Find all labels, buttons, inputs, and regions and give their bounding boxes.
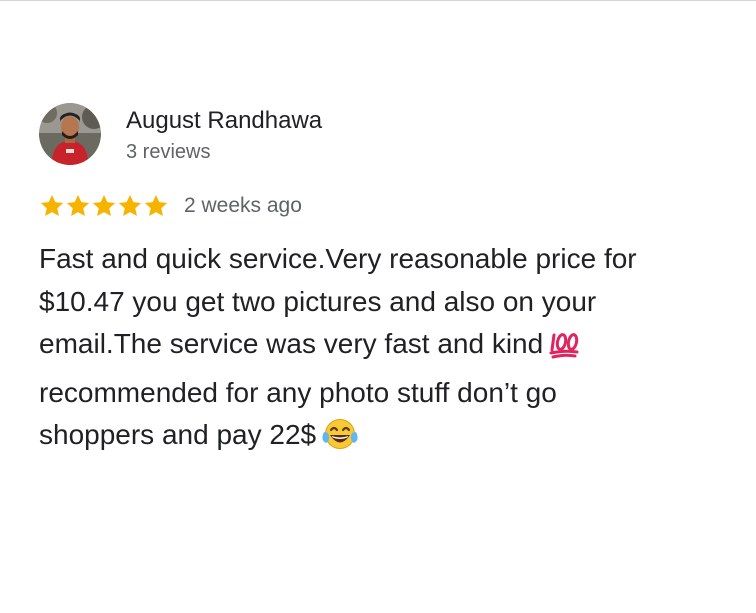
tears-of-joy-emoji-icon — [322, 418, 358, 463]
star-icon — [66, 194, 90, 216]
profile-photo-icon — [39, 103, 101, 165]
rating-row: 2 weeks ago — [39, 193, 302, 219]
review-card: August Randhawa 3 reviews 2 weeks ago Fa… — [0, 0, 756, 613]
review-count[interactable]: 3 reviews — [126, 140, 210, 164]
review-text-line-with-emoji: shoppers and pay 22$ — [39, 414, 729, 463]
star-icon — [92, 194, 116, 216]
review-text-line: Fast and quick service.Very reasonable p… — [39, 243, 637, 274]
star-icon — [118, 194, 142, 216]
review-text-line: shoppers and pay 22$ — [39, 419, 317, 450]
review-text-line-with-emoji: email.The service was very fast and kind — [39, 323, 729, 372]
star-icon — [40, 194, 64, 216]
review-date: 2 weeks ago — [184, 194, 302, 217]
reviewer-name[interactable]: August Randhawa — [126, 107, 322, 135]
avatar[interactable] — [39, 103, 101, 165]
review-text-line: $10.47 you get two pictures and also on … — [39, 285, 597, 317]
hundred-points-emoji-icon — [549, 329, 581, 372]
review-text-line: recommended for any photo stuff don’t go — [39, 376, 557, 408]
star-icon — [144, 194, 168, 216]
review-text-line: email.The service was very fast and kind — [39, 328, 544, 359]
review-text: Fast and quick service.Very reasonable p… — [39, 238, 729, 463]
star-rating — [39, 193, 169, 219]
